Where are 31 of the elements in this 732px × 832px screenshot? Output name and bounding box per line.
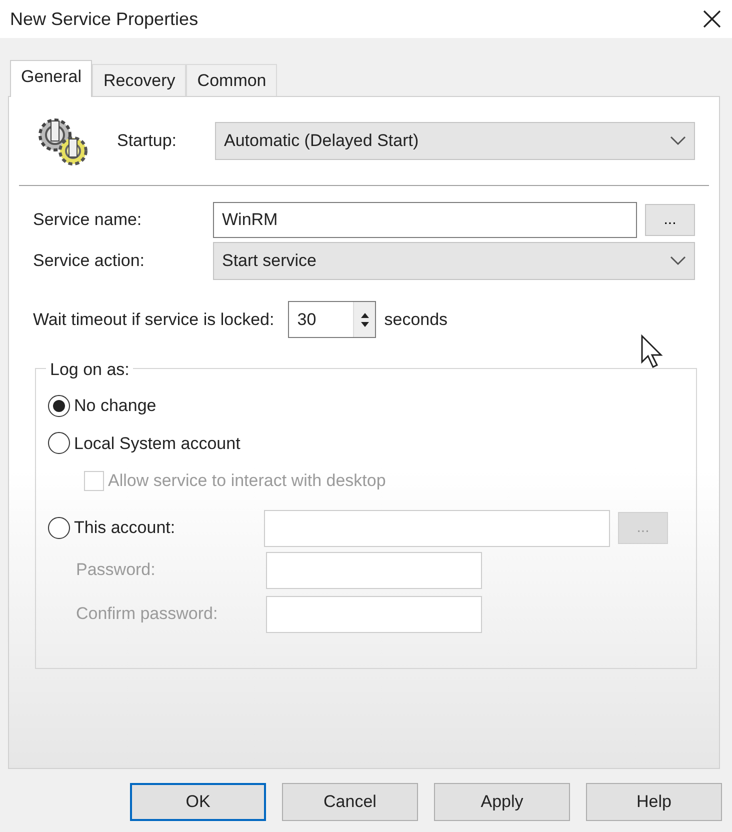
field-label: Wait timeout if service is locked: [33,308,274,331]
close-button[interactable] [702,9,722,29]
checkbox-label: Allow service to interact with desktop [108,470,386,492]
option-label[interactable]: This account: [74,515,176,541]
dialog-button[interactable]: Help [586,783,722,821]
radio-button[interactable] [48,432,70,454]
dialog-button[interactable]: Cancel [282,783,418,821]
mouse-pointer-icon [640,334,666,370]
dialog-button[interactable]: OK [130,783,266,821]
tab[interactable]: Recovery [92,64,186,97]
window-title: New Service Properties [10,8,198,31]
field-label: Service name: [33,209,143,232]
unit-label: seconds [384,308,448,331]
option-label[interactable]: No change [74,393,156,418]
field-label: Confirm password: [76,603,219,626]
dialog-button[interactable]: Apply [434,783,570,821]
field-label: Service action: [33,250,146,272]
startup-dropdown[interactable]: Automatic (Delayed Start) [215,122,695,160]
radio-button[interactable] [48,517,70,539]
service-action-dropdown[interactable]: Start service [213,242,695,280]
tab[interactable]: Common [186,64,278,97]
tab[interactable]: General [10,60,92,97]
radio-button[interactable] [48,394,70,417]
chevron-down-icon [670,256,686,266]
timeout-spinner[interactable]: 30 [288,301,376,338]
option-label[interactable]: Local System account [74,430,240,456]
chevron-down-icon [670,136,686,146]
browse-button[interactable]: ... [645,204,695,236]
service-name-field[interactable]: WinRM [213,202,637,238]
field-label: Password: [76,559,156,582]
startup-label: Startup: [117,130,178,152]
